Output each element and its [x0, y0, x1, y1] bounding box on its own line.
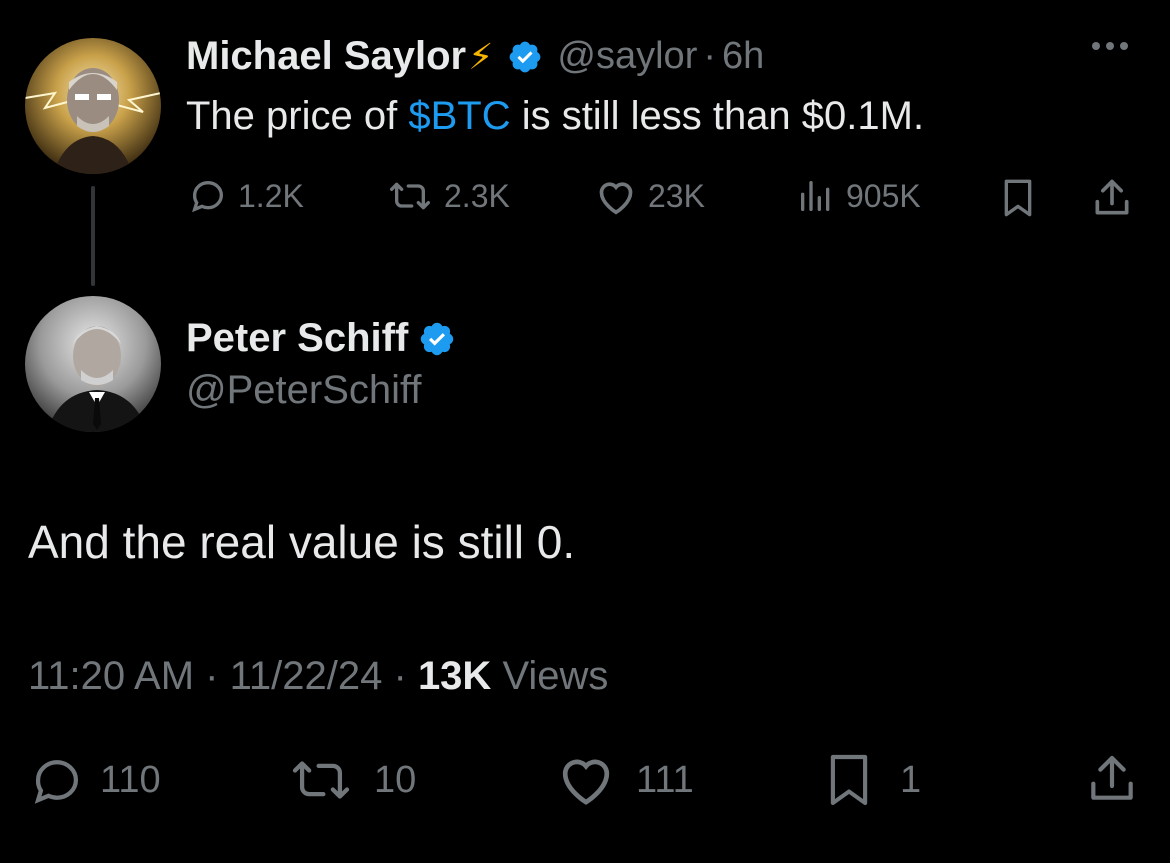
heart-icon: [562, 759, 610, 805]
repost-count: 10: [374, 758, 417, 801]
reply-button[interactable]: 1.2K: [188, 176, 304, 216]
reply-tweet-header: Peter Schiff: [186, 316, 456, 361]
reply-tweet-text: And the real value is still 0.: [28, 516, 576, 568]
tweet-date[interactable]: 11/22/24: [230, 654, 383, 698]
reply-tweet-actions: 110 10 111 1: [0, 750, 1170, 810]
like-button[interactable]: 23K: [594, 176, 705, 216]
tweet-time[interactable]: 6h: [722, 35, 764, 78]
share-icon: [1095, 179, 1129, 215]
heart-icon: [599, 182, 633, 215]
more-dot: [1092, 42, 1100, 50]
reply-author-name[interactable]: Peter Schiff: [186, 316, 408, 361]
parent-tweet-text: The price of $BTC is still less than $0.…: [186, 94, 924, 139]
tweet-text-after: is still less than $0.1M.: [510, 94, 925, 138]
analytics-icon: [801, 181, 830, 211]
tweet-metadata: 11:20 AM · 11/22/24 · 13K Views: [28, 654, 608, 699]
separator: ·: [393, 654, 407, 698]
repost-button[interactable]: 2.3K: [386, 176, 510, 216]
views-label: Views: [491, 654, 609, 698]
views-total[interactable]: 13K: [418, 654, 491, 698]
share-button[interactable]: [1090, 176, 1134, 220]
verified-badge-icon[interactable]: [418, 320, 456, 358]
avatar-peter-schiff[interactable]: [25, 296, 161, 432]
separator: ·: [205, 654, 219, 698]
tweet-text-before: The price of: [186, 94, 409, 138]
bookmark-button[interactable]: [998, 176, 1038, 220]
bookmark-count: 1: [900, 758, 922, 801]
tweet-timestamp[interactable]: 11:20 AM: [28, 654, 194, 698]
repost-button[interactable]: 10: [286, 754, 416, 806]
reply-count: 1.2K: [238, 177, 304, 214]
reply-author-handle[interactable]: @PeterSchiff: [186, 368, 422, 413]
lightning-emoji: ⚡: [468, 35, 494, 77]
bookmark-icon: [830, 754, 868, 806]
author-handle[interactable]: @saylor: [557, 35, 697, 78]
verified-badge-icon[interactable]: [507, 39, 543, 75]
reply-icon: [192, 180, 224, 213]
repost-count: 2.3K: [444, 177, 510, 214]
more-options-icon[interactable]: [1092, 42, 1128, 50]
cashtag-link[interactable]: $BTC: [408, 94, 510, 138]
author-name[interactable]: Michael Saylor: [186, 34, 466, 79]
reply-button[interactable]: 110: [28, 754, 161, 806]
like-count: 23K: [648, 177, 705, 214]
more-dot: [1106, 42, 1114, 50]
repost-icon: [390, 182, 431, 210]
reply-count: 110: [100, 758, 161, 801]
like-count: 111: [636, 758, 694, 801]
bookmark-button[interactable]: 1: [826, 752, 921, 808]
bookmark-icon: [1004, 179, 1032, 217]
reply-icon: [34, 760, 79, 804]
separator: ·: [703, 35, 717, 77]
repost-icon: [292, 761, 350, 799]
views-button[interactable]: 905K: [796, 176, 921, 216]
share-icon: [1091, 755, 1133, 800]
share-button[interactable]: [1084, 750, 1140, 808]
avatar-michael-saylor[interactable]: [25, 38, 161, 174]
more-dot: [1120, 42, 1128, 50]
views-count: 905K: [846, 177, 921, 214]
like-button[interactable]: 111: [554, 754, 694, 806]
parent-tweet-actions: 1.2K 2.3K 23K 905K: [0, 170, 1170, 220]
parent-tweet-header: Michael Saylor ⚡ @saylor · 6h: [186, 34, 764, 79]
